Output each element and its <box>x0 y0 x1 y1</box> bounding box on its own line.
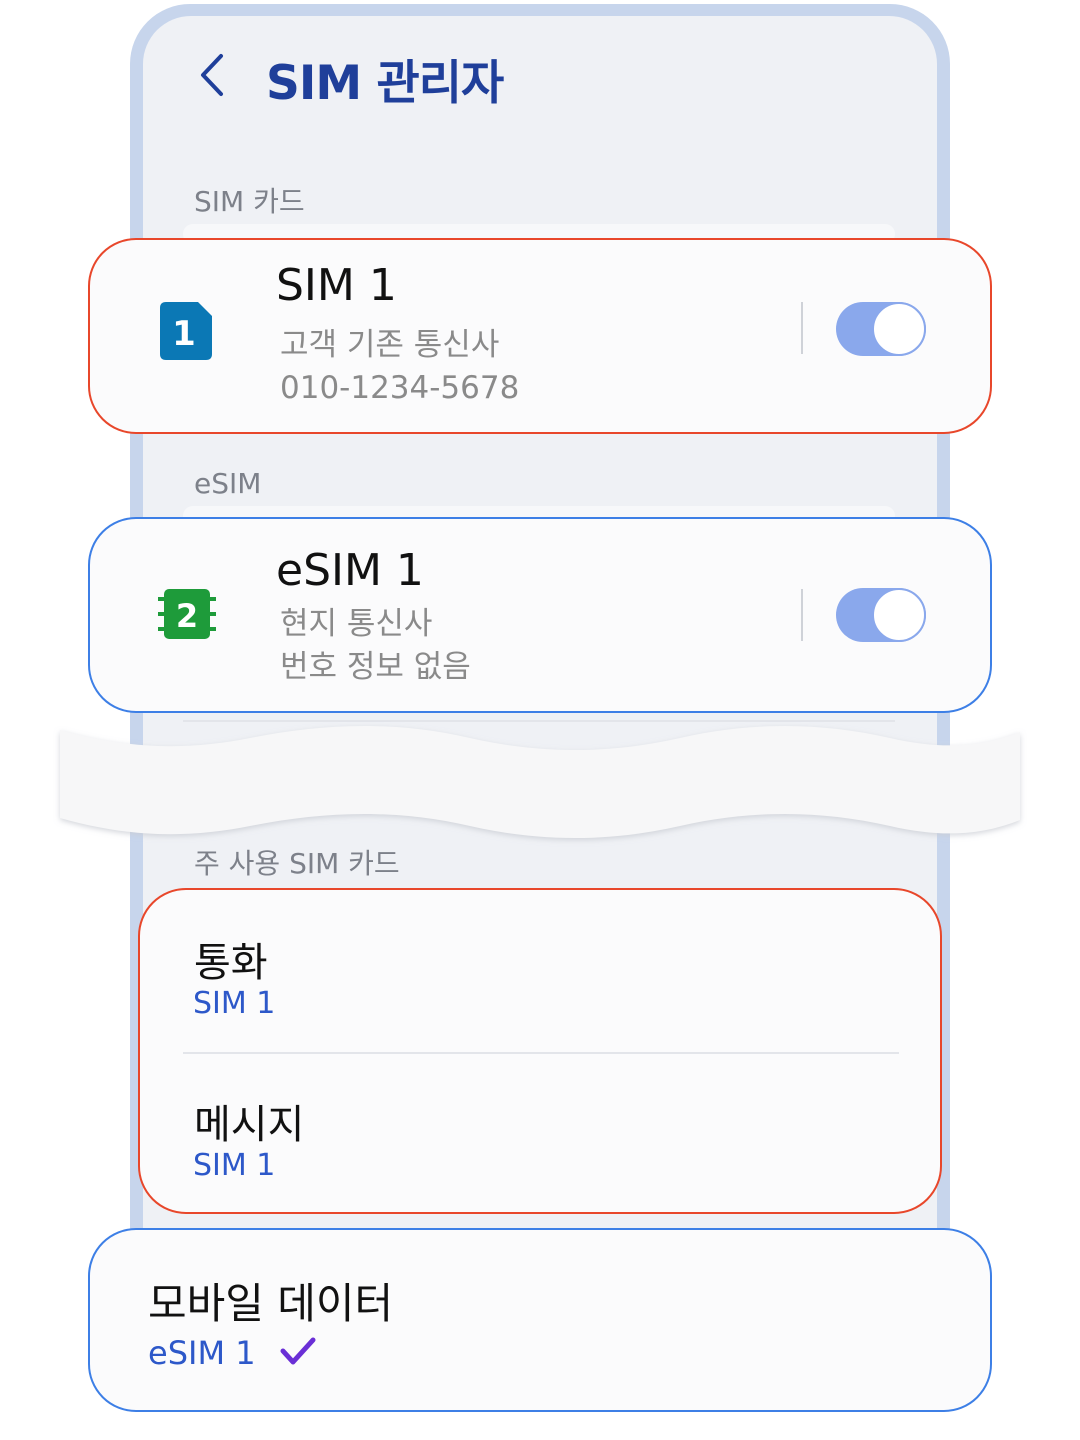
calls-row[interactable]: 통화 SIM 1 <box>140 890 940 1052</box>
mobile-data-label: 모바일 데이터 <box>148 1279 394 1328</box>
sim1-badge-number: 1 <box>172 314 196 354</box>
divider <box>801 589 803 641</box>
sim1-toggle[interactable] <box>836 302 926 356</box>
chevron-left-icon <box>201 54 223 96</box>
esim1-carrier: 현지 통신사 <box>280 606 433 642</box>
esim1-card[interactable]: 2 eSIM 1 현지 통신사 번호 정보 없음 <box>88 517 992 713</box>
checkmark-icon <box>280 1337 316 1365</box>
esim1-number: 번호 정보 없음 <box>280 649 471 685</box>
sim1-name: SIM 1 <box>276 260 397 311</box>
section-label-esim: eSIM <box>194 467 262 500</box>
esim1-name: eSIM 1 <box>276 545 424 596</box>
messages-row[interactable]: 메시지 SIM 1 <box>140 1054 940 1214</box>
messages-label: 메시지 <box>194 1102 305 1148</box>
wave-cutout <box>60 726 1020 838</box>
toggle-knob <box>872 302 926 356</box>
mobile-data-row[interactable]: 모바일 데이터 eSIM 1 <box>88 1228 992 1412</box>
divider <box>801 302 803 354</box>
page-title: SIM 관리자 <box>266 56 504 111</box>
esim1-toggle[interactable] <box>836 588 926 642</box>
toggle-knob <box>872 588 926 642</box>
calls-value: SIM 1 <box>193 986 276 1021</box>
calls-label: 통화 <box>194 940 268 986</box>
back-button[interactable] <box>192 50 232 100</box>
sim1-card[interactable]: 1 SIM 1 고객 기존 통신사 010-1234-5678 <box>88 238 992 434</box>
sim1-number: 010-1234-5678 <box>280 370 520 406</box>
esim1-badge-number: 2 <box>176 597 198 635</box>
sim1-badge-icon: 1 <box>160 302 212 360</box>
sim1-carrier: 고객 기존 통신사 <box>280 327 500 363</box>
section-label-preferred: 주 사용 SIM 카드 <box>194 847 400 880</box>
mobile-data-value: eSIM 1 <box>148 1334 256 1372</box>
preferred-sim-card: 통화 SIM 1 메시지 SIM 1 <box>138 888 942 1214</box>
esim1-badge-icon: 2 <box>158 589 216 639</box>
messages-value: SIM 1 <box>193 1148 276 1183</box>
section-label-sim-cards: SIM 카드 <box>194 185 305 218</box>
